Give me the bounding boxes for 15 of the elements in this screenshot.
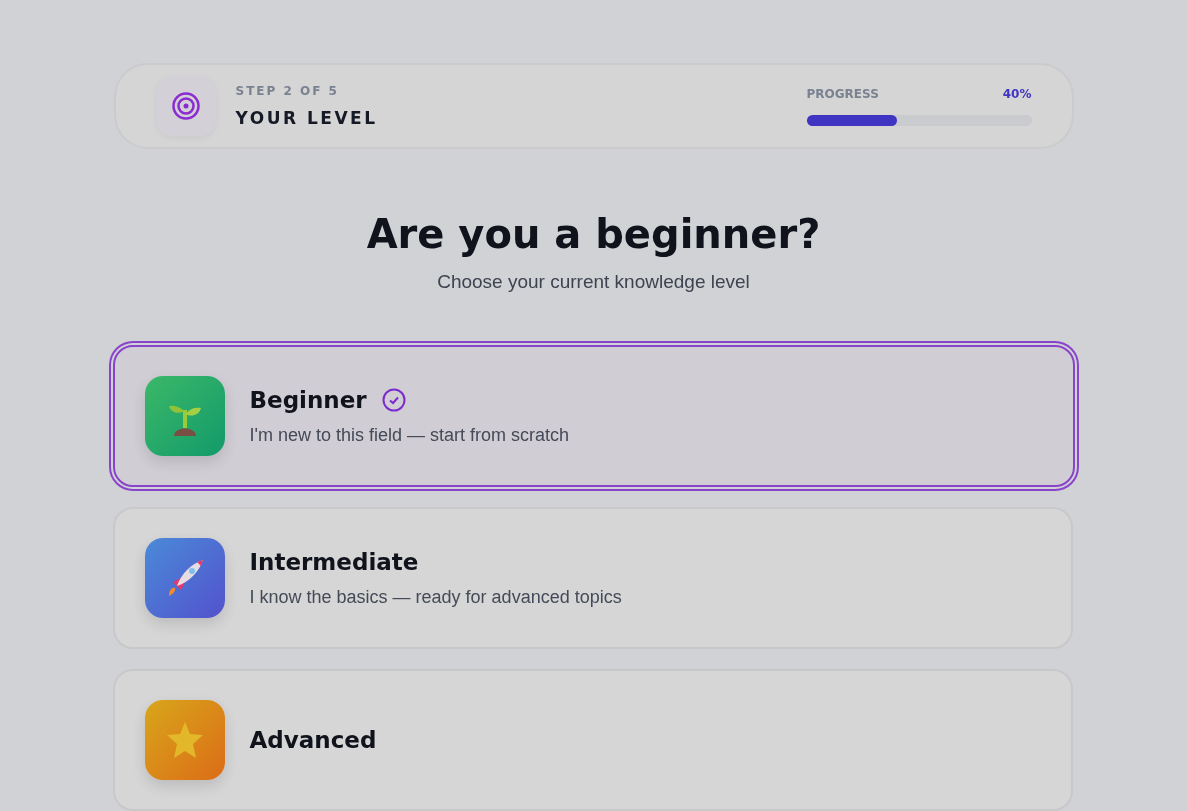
level-option[interactable]: Intermediate I know the basics — ready for advanced topics	[112, 507, 1073, 649]
option-title: Advanced	[249, 727, 377, 753]
option-description: I know the basics — ready for advanced topics	[249, 586, 622, 608]
option-title: Beginner	[249, 386, 367, 413]
option-title: Intermediate	[249, 548, 419, 575]
progress-label: PROGRESS	[806, 86, 879, 101]
level-option[interactable]: Advanced	[112, 669, 1073, 811]
target-icon	[155, 76, 216, 136]
check-circle-icon	[381, 387, 406, 412]
page-heading: Are you a beginner?	[366, 211, 821, 257]
progress-value: 40%	[1002, 86, 1032, 101]
step-label: STEP 2 OF 5	[235, 84, 340, 98]
option-description: I'm new to this field — start from scratch	[249, 424, 570, 446]
step-title: YOUR LEVEL	[235, 108, 379, 128]
page-subheading: Choose your current knowledge level	[437, 271, 750, 293]
